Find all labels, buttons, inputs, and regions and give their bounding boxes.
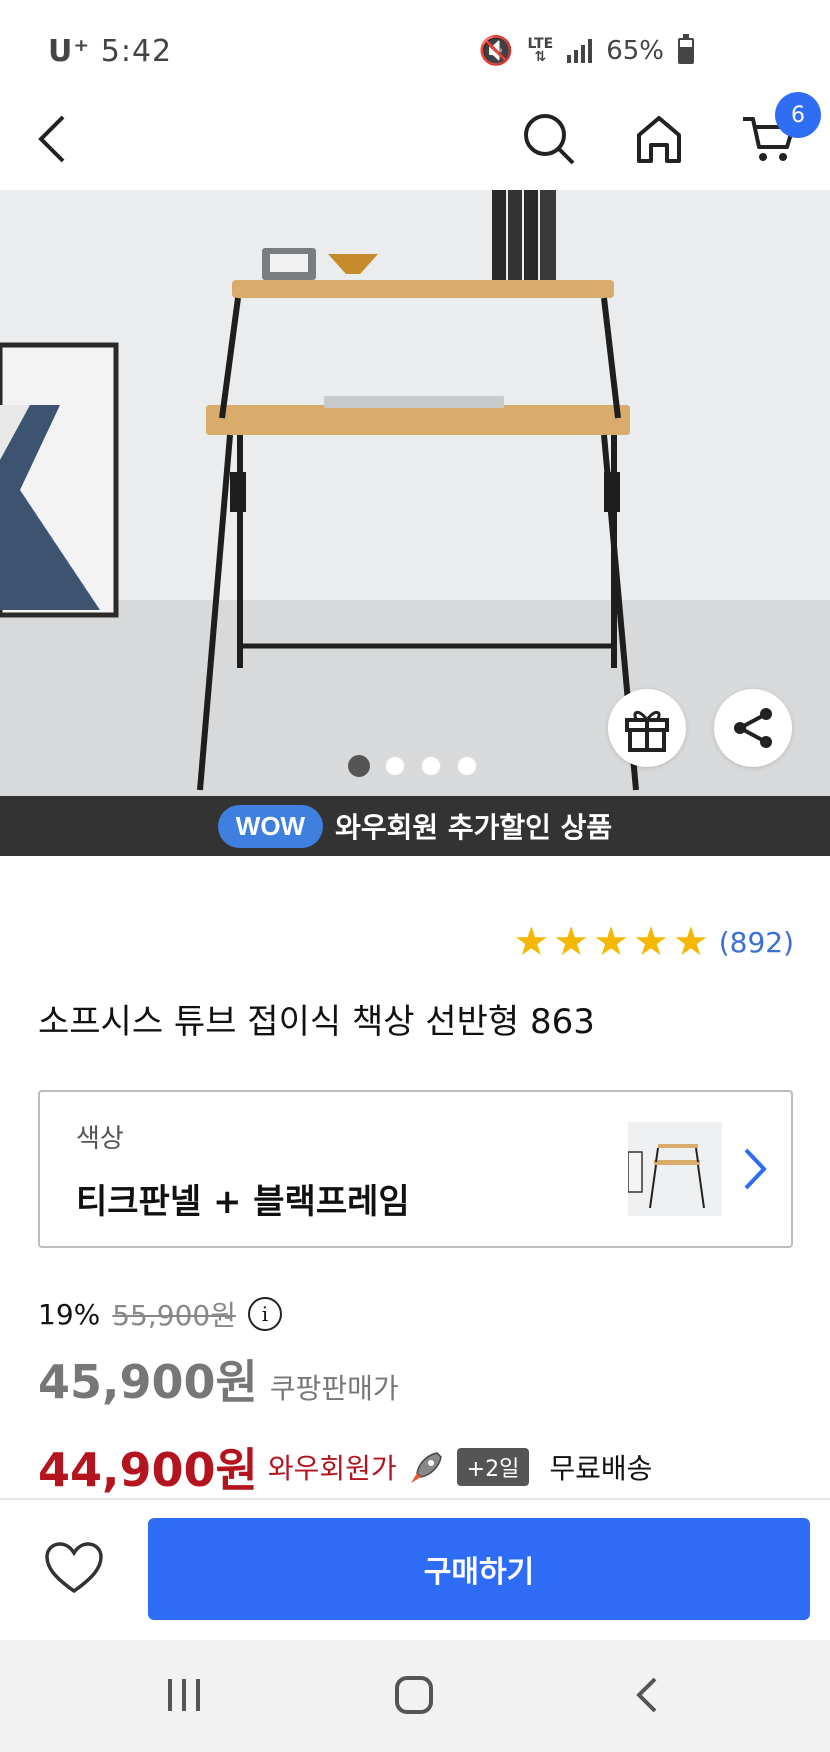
discount-row: 19% 55,900원 i: [38, 1294, 282, 1334]
system-home-button[interactable]: [384, 1670, 444, 1720]
chevron-left-icon: [38, 115, 65, 163]
chevron-right-icon: [744, 1148, 767, 1190]
rocket-icon: [410, 1452, 442, 1483]
home-button[interactable]: [624, 104, 694, 174]
sale-price-label: 쿠팡판매가: [269, 1372, 399, 1405]
color-option-selector[interactable]: 색상 티크판넬 + 블랙프레임: [38, 1090, 793, 1248]
bottom-bar-divider: [0, 1498, 830, 1500]
wow-pill: WOW: [217, 804, 324, 848]
search-icon: [524, 114, 575, 165]
free-shipping-label: 무료배송: [549, 1452, 653, 1485]
desk-thumbnail-image: [627, 1144, 705, 1209]
battery-level: 65%: [606, 35, 664, 66]
status-bar: U⁺ 5:42 🔇 LTE ⇅ 65%: [0, 0, 830, 90]
wow-price-label: 와우회원가: [267, 1452, 397, 1485]
recent-apps-icon: [168, 1679, 200, 1711]
cart-count-badge: 6: [775, 92, 821, 138]
star-icon: ★: [513, 919, 550, 965]
original-price: 55,900원: [112, 1299, 236, 1332]
option-label: 색상: [76, 1124, 124, 1154]
wow-price: 44,900원: [38, 1443, 258, 1497]
sale-price-row: 45,900원 쿠팡판매가: [38, 1346, 399, 1412]
signal-icon: [567, 38, 593, 63]
mute-icon: 🔇: [478, 34, 514, 67]
star-icon: ★: [672, 919, 709, 965]
wow-member-banner: WOW 와우회원 추가할인 상품: [0, 796, 830, 856]
carousel-dot[interactable]: [456, 755, 478, 777]
product-title: 소프시스 튜브 접이식 책상 선반형 863: [38, 1002, 595, 1042]
search-button[interactable]: [514, 104, 584, 174]
share-button[interactable]: [714, 689, 792, 767]
carousel-dot[interactable]: [384, 755, 406, 777]
discount-rate: 19%: [38, 1297, 101, 1331]
lte-indicator: LTE ⇅: [527, 35, 554, 65]
share-icon: [734, 708, 772, 748]
wishlist-button[interactable]: [38, 1536, 110, 1600]
option-value: 티크판넬 + 블랙프레임: [76, 1182, 410, 1222]
battery-icon: [678, 33, 694, 64]
system-nav-bar: [0, 1640, 830, 1752]
star-icon: ★: [553, 919, 590, 965]
clock: 5:42: [100, 34, 173, 69]
app-header: [0, 90, 830, 190]
info-icon[interactable]: i: [247, 1297, 282, 1331]
back-arrow-icon: [636, 1677, 657, 1713]
product-rating[interactable]: ★ ★ ★ ★ ★ (892): [513, 922, 794, 962]
star-icon: ★: [632, 919, 669, 965]
carousel-dot[interactable]: [420, 755, 442, 777]
system-back-button[interactable]: [618, 1670, 678, 1720]
product-image[interactable]: [0, 190, 830, 796]
review-count[interactable]: (892): [719, 926, 794, 959]
wow-banner-text: 와우회원 추가할인 상품: [335, 811, 613, 844]
option-thumbnail: [627, 1122, 722, 1216]
delivery-days-badge: +2일: [456, 1448, 530, 1486]
status-left: U⁺ 5:42: [48, 34, 172, 69]
sale-price: 45,900원: [38, 1355, 258, 1409]
gift-icon: [625, 711, 669, 752]
recent-apps-button[interactable]: [154, 1670, 214, 1720]
home-icon: [637, 116, 681, 163]
buy-button[interactable]: 구매하기: [148, 1518, 810, 1620]
heart-icon: [45, 1542, 103, 1594]
product-photo: [0, 190, 830, 796]
carousel-indicator: [348, 755, 478, 777]
star-icon: ★: [593, 919, 629, 965]
carrier-label: U⁺: [48, 34, 91, 69]
status-right: 🔇 LTE ⇅ 65%: [478, 33, 694, 67]
lte-label: LTE: [527, 35, 554, 52]
wow-price-row: 44,900원 와우회원가 +2일 무료배송: [38, 1434, 652, 1500]
carousel-dot[interactable]: [348, 755, 370, 777]
gift-button[interactable]: [608, 689, 686, 767]
back-button[interactable]: [18, 104, 88, 174]
home-square-icon: [395, 1676, 433, 1714]
